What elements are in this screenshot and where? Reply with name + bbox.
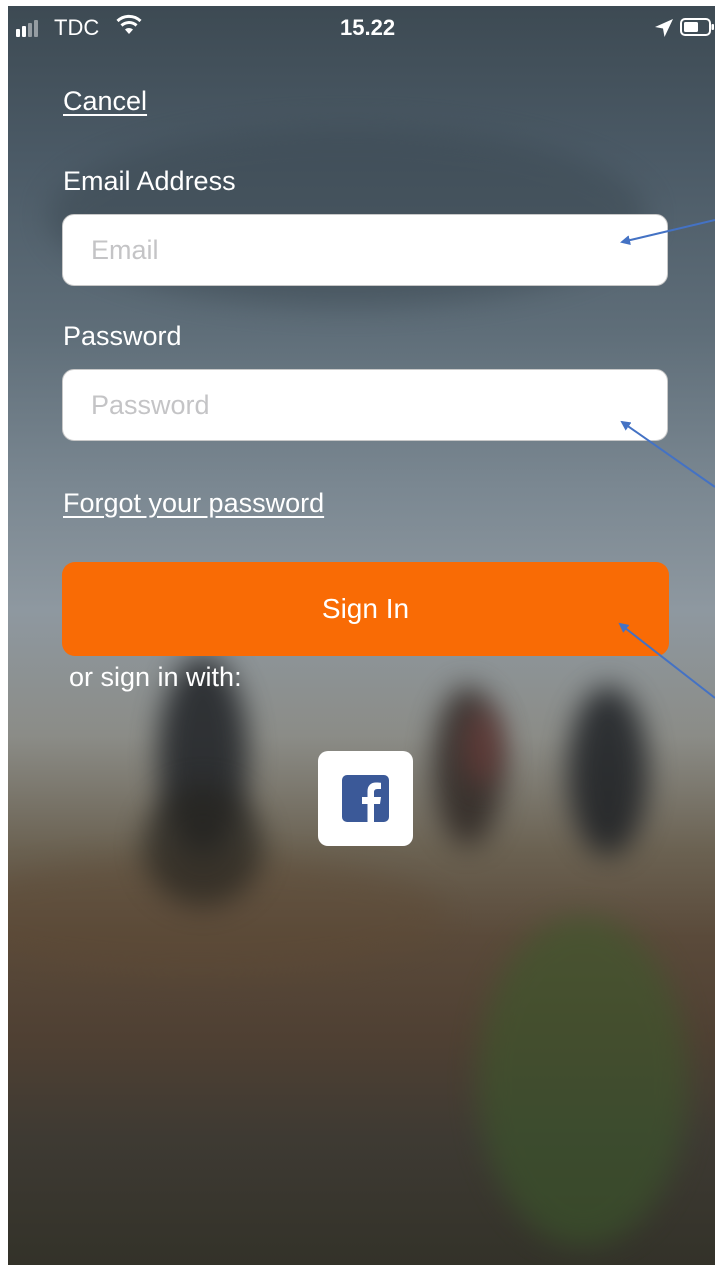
facebook-sign-in-button[interactable] — [318, 751, 413, 846]
email-label: Email Address — [63, 166, 236, 196]
login-screen: TDC 15.22 Cancel Email Address Password … — [8, 6, 715, 1265]
location-icon — [655, 19, 673, 37]
background-cyclist-jersey — [463, 706, 503, 786]
carrier-name: TDC — [54, 15, 100, 40]
background-cyclist — [568, 686, 648, 856]
battery-icon — [680, 18, 714, 36]
password-field[interactable] — [62, 369, 668, 441]
facebook-icon — [342, 775, 389, 822]
password-label: Password — [63, 321, 182, 351]
social-sign-in-label: or sign in with: — [69, 662, 242, 692]
status-bar: TDC 15.22 — [8, 6, 715, 50]
email-field[interactable] — [62, 214, 668, 286]
background-bike — [143, 786, 263, 906]
wifi-icon — [116, 14, 142, 34]
signal-icon — [16, 20, 38, 37]
clock: 15.22 — [340, 15, 396, 40]
forgot-password-link[interactable]: Forgot your password — [63, 488, 324, 519]
cancel-link[interactable]: Cancel — [63, 86, 147, 117]
sign-in-button[interactable]: Sign In — [62, 562, 669, 656]
background-grass — [478, 916, 688, 1246]
